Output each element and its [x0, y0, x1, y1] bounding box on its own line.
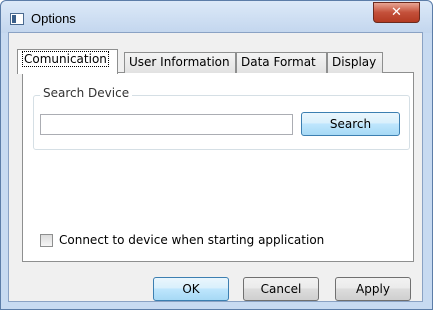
search-button[interactable]: Search: [301, 112, 400, 136]
window-title: Options: [31, 11, 76, 26]
cancel-button[interactable]: Cancel: [243, 277, 319, 301]
tab-user-information[interactable]: User Information: [124, 52, 236, 73]
search-device-group-label: Search Device: [40, 86, 133, 100]
tab-data-format[interactable]: Data Format: [236, 52, 327, 73]
ok-button[interactable]: OK: [153, 277, 229, 301]
tab-communication[interactable]: Comunication: [17, 49, 118, 74]
tab-display[interactable]: Display: [327, 52, 383, 73]
tab-communication-label: Comunication: [22, 51, 109, 67]
close-icon: ✕: [391, 5, 402, 20]
tab-data-format-label: Data Format: [241, 55, 316, 69]
connect-on-start-checkbox[interactable]: [40, 234, 53, 247]
search-device-input[interactable]: [40, 114, 293, 135]
close-button[interactable]: ✕: [373, 2, 420, 23]
apply-button[interactable]: Apply: [335, 277, 411, 301]
app-window-icon: [10, 13, 24, 25]
connect-on-start-label[interactable]: Connect to device when starting applicat…: [59, 233, 324, 247]
tab-display-label: Display: [332, 55, 377, 69]
title-bar[interactable]: Options ✕: [1, 1, 432, 33]
tab-user-information-label: User Information: [129, 55, 230, 69]
